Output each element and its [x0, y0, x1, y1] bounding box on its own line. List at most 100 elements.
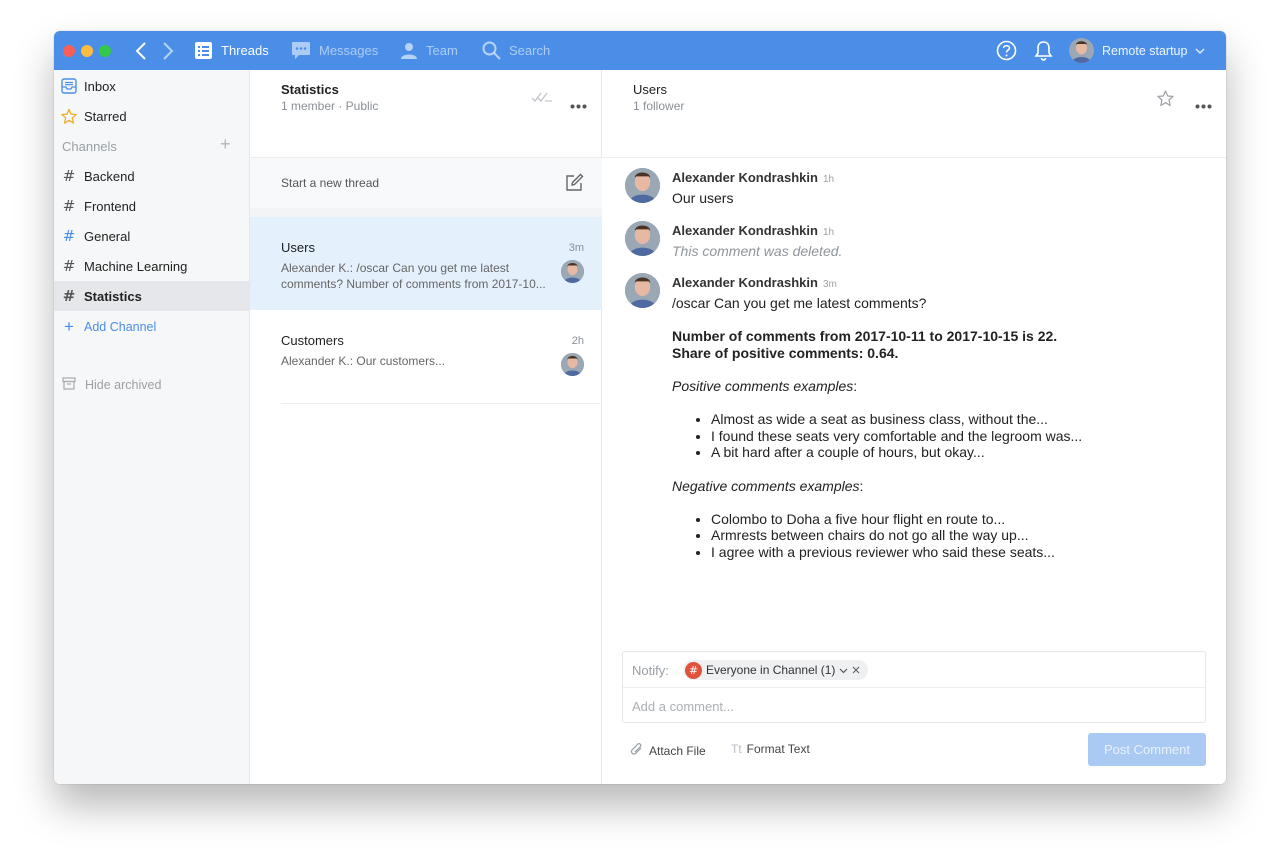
thread-time: 2h [571, 335, 584, 347]
sidebar-item-label: Frontend [84, 198, 137, 214]
forward-arrow-icon[interactable] [158, 40, 178, 62]
sidebar-item-label: General [84, 228, 131, 244]
sidebar-item-label: Machine Learning [84, 258, 188, 274]
sidebar-item-starred[interactable]: Starred [54, 101, 249, 131]
channels-header: Channels [62, 139, 117, 154]
top-bar: Threads Messages Team Search Remote star… [54, 31, 1226, 70]
sidebar: Inbox Starred Channels + # Backend # Fro… [54, 70, 250, 784]
thread-title: Users [633, 82, 667, 97]
list-item: I agree with a previous reviewer who sai… [711, 544, 1192, 561]
list-item: Colombo to Doha a five hour flight en ro… [711, 511, 1192, 528]
close-window-button[interactable] [63, 45, 75, 57]
positive-list: Almost as wide a seat as business class,… [672, 411, 1192, 461]
thread-time: 3m [568, 242, 584, 254]
tab-threads-label: Threads [221, 43, 269, 58]
format-text-button[interactable]: Tt Format Text [731, 742, 810, 756]
account-name: Remote startup [1102, 43, 1188, 58]
post-comment-button[interactable]: Post Comment [1088, 733, 1206, 766]
avatar [625, 273, 660, 308]
avatar [625, 168, 660, 203]
chevron-down-icon[interactable] [839, 663, 848, 677]
message-header: Alexander Kondrashkin 1h [672, 222, 834, 240]
back-arrow-icon[interactable] [131, 40, 151, 62]
thread-preview: Alexander K.: Our customers... [281, 354, 446, 368]
sidebar-item-label: Inbox [84, 78, 116, 94]
thread-item-customers[interactable]: Customers 2h Alexander K.: Our customers… [250, 310, 602, 403]
notify-chip[interactable]: # Everyone in Channel (1) [683, 660, 869, 680]
bell-icon[interactable] [1034, 31, 1053, 70]
message-header: Alexander Kondrashkin 3m [672, 274, 837, 292]
comment-count-line: Number of comments from 2017-10-11 to 20… [672, 328, 1058, 345]
sidebar-item-backend[interactable]: # Backend [54, 161, 249, 191]
negative-heading: Negative comments examples [672, 477, 860, 494]
hash-icon: # [62, 287, 76, 305]
divider [281, 403, 602, 404]
tab-team[interactable]: Team [400, 31, 458, 70]
hash-icon: # [62, 197, 76, 215]
tab-search[interactable]: Search [482, 31, 550, 70]
format-text-label: Format Text [746, 742, 810, 756]
channel-meta: 1 member · Public [281, 99, 379, 113]
divider [602, 157, 1226, 158]
sidebar-item-statistics[interactable]: # Statistics [54, 281, 249, 311]
team-icon [400, 42, 418, 59]
compose-icon [565, 173, 584, 197]
thread-followers: 1 follower [633, 99, 685, 113]
sidebar-item-general[interactable]: # General [54, 221, 249, 251]
notify-row: Notify: # Everyone in Channel (1) [623, 652, 1205, 688]
remove-chip-icon[interactable] [852, 663, 860, 677]
more-options-icon[interactable] [570, 96, 587, 114]
message-time: 3m [822, 279, 837, 290]
thread-title: Customers [281, 333, 344, 348]
account-avatar [1069, 38, 1094, 63]
sidebar-item-label: Backend [84, 168, 135, 184]
help-icon[interactable] [996, 31, 1017, 70]
hash-icon: # [62, 167, 76, 185]
comment-composer: Notify: # Everyone in Channel (1) Add a … [622, 651, 1206, 723]
message-header: Alexander Kondrashkin 1h [672, 169, 834, 187]
star-icon [61, 108, 77, 124]
attach-file-button[interactable]: Attach File [630, 742, 706, 760]
add-channel-button[interactable]: + Add Channel [54, 312, 249, 342]
message-time: 1h [822, 174, 835, 185]
channel-title: Statistics [281, 82, 339, 97]
messages-icon [291, 41, 311, 60]
avatar [561, 260, 584, 283]
sidebar-item-label: Starred [84, 108, 127, 124]
tab-team-label: Team [426, 43, 458, 58]
add-channel-label: Add Channel [84, 320, 157, 334]
tab-messages[interactable]: Messages [291, 31, 378, 70]
zoom-window-button[interactable] [99, 45, 111, 57]
attach-file-label: Attach File [649, 744, 706, 758]
hide-archived-button[interactable]: Hide archived [62, 377, 161, 393]
star-icon[interactable] [1157, 90, 1174, 112]
message-body: Our users [672, 190, 1192, 207]
thread-item-users[interactable]: Users 3m Alexander K.: /oscar Can you ge… [250, 217, 602, 310]
sidebar-item-inbox[interactable]: Inbox [54, 71, 249, 101]
sidebar-item-machine-learning[interactable]: # Machine Learning [54, 251, 249, 281]
notify-chip-label: Everyone in Channel (1) [706, 663, 836, 677]
positive-heading: Positive comments examples [672, 377, 854, 394]
message-time: 1h [822, 227, 835, 238]
mark-read-icon[interactable] [531, 90, 553, 109]
sidebar-item-frontend[interactable]: # Frontend [54, 191, 249, 221]
tab-search-label: Search [509, 43, 551, 58]
notify-label: Notify: [632, 663, 669, 678]
comment-input[interactable]: Add a comment... [632, 699, 734, 714]
thread-preview: Alexander K.: /oscar Can you get me late… [281, 261, 546, 291]
avatar [561, 353, 584, 376]
message-author: Alexander Kondrashkin [672, 275, 818, 290]
tab-threads[interactable]: Threads [194, 31, 269, 70]
deleted-message-text: This comment was deleted. [672, 243, 843, 259]
threads-icon [194, 41, 213, 60]
add-channel-plus-icon[interactable]: + [220, 134, 231, 155]
list-item: Armrests between chairs do not go all th… [711, 527, 1192, 544]
new-thread-button[interactable]: Start a new thread [250, 158, 602, 208]
separator [250, 208, 602, 217]
more-options-icon[interactable] [1195, 96, 1212, 114]
account-menu[interactable]: Remote startup [1069, 31, 1205, 70]
message-body: This comment was deleted. [672, 243, 1192, 260]
minimize-window-button[interactable] [81, 45, 93, 57]
inbox-icon [61, 78, 77, 94]
plus-icon: + [64, 317, 74, 336]
